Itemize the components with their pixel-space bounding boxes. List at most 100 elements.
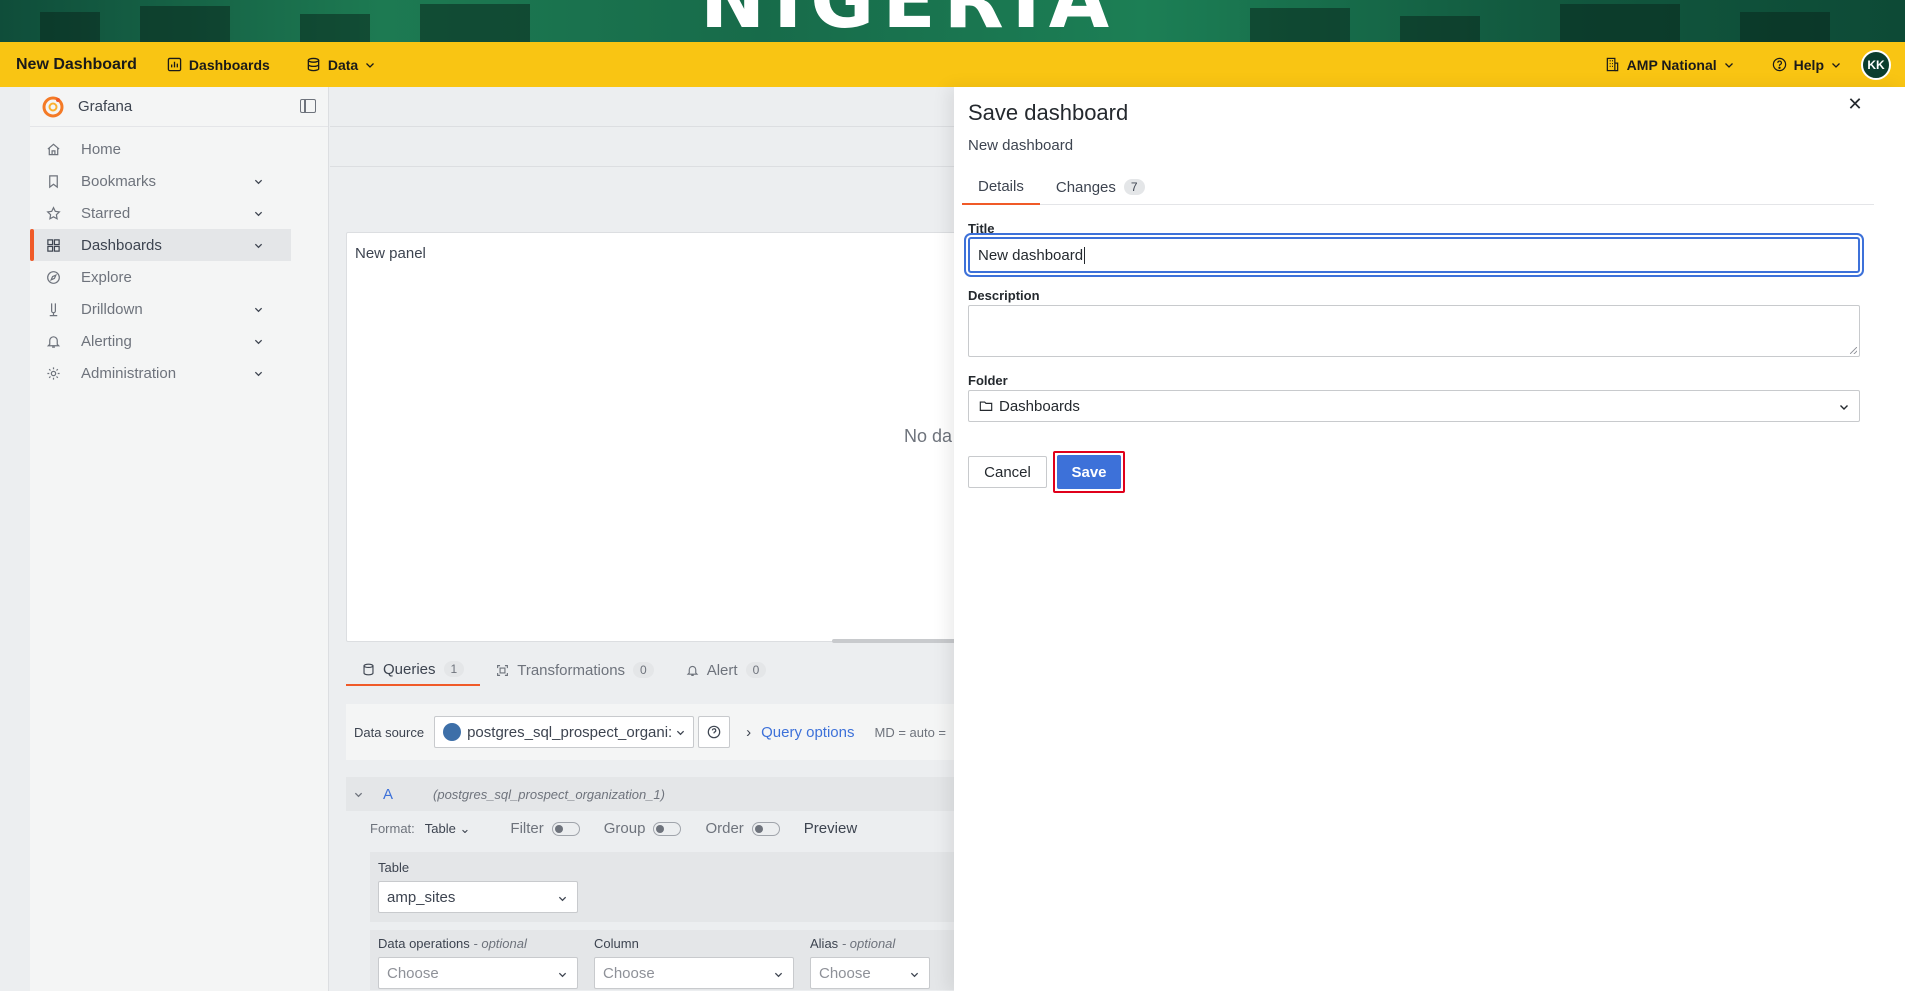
help-menu[interactable]: Help	[1772, 57, 1841, 73]
format-select[interactable]: Table ⌄	[425, 821, 471, 837]
dashboard-title[interactable]: New Dashboard	[16, 56, 137, 74]
banner-text: NIGERIA	[700, 0, 1117, 40]
query-builder-options: Format: Table ⌄ Filter Group Order Previ…	[370, 820, 857, 837]
folder-icon	[979, 401, 993, 411]
choose-placeholder: Choose	[387, 964, 439, 982]
filter-label: Filter	[510, 820, 544, 837]
folder-field-label: Folder	[968, 373, 1008, 388]
group-toggle[interactable]	[653, 821, 682, 836]
tab-queries[interactable]: Queries 1	[346, 654, 481, 686]
bell-icon	[46, 335, 61, 348]
chevron-down-icon	[1832, 62, 1840, 68]
chevron-down-icon	[910, 972, 919, 978]
sidebar-item-alerting[interactable]: Alerting	[30, 325, 291, 357]
chevron-down-icon	[774, 972, 783, 978]
sidebar-item-drilldown[interactable]: Drilldown	[30, 293, 291, 325]
chevron-down-icon[interactable]	[254, 305, 263, 314]
nav-dashboards[interactable]: Dashboards	[167, 57, 270, 73]
query-ref-id[interactable]: A	[383, 786, 393, 803]
query-datasource-name: (postgres_sql_prospect_organization_1)	[433, 786, 665, 802]
table-value: amp_sites	[387, 888, 456, 906]
folder-picker[interactable]: Dashboards	[968, 390, 1860, 422]
dock-menu-icon[interactable]	[300, 99, 316, 113]
grafana-logo-icon[interactable]	[42, 96, 64, 118]
sidebar-item-explore[interactable]: Explore	[30, 261, 291, 293]
nav-data-label: Data	[327, 56, 359, 73]
column-select[interactable]: Choose	[594, 957, 794, 989]
filter-toggle[interactable]	[551, 821, 580, 836]
sidebar-item-starred[interactable]: Starred	[30, 197, 291, 229]
cancel-button[interactable]: Cancel	[968, 456, 1047, 488]
tab-changes-label: Changes	[1055, 178, 1116, 196]
datasource-value: postgres_sql_prospect_organi:	[467, 723, 673, 741]
home-icon	[47, 143, 60, 155]
chevron-down-icon	[558, 972, 567, 978]
datasource-row: Data source postgres_sql_prospect_organi…	[346, 704, 996, 760]
sidebar-item-label: Home	[81, 140, 122, 158]
data-operations-select[interactable]: Choose	[378, 957, 578, 989]
sidebar-item-label: Alerting	[81, 332, 132, 350]
chevron-down-icon: ⌄	[459, 820, 471, 836]
chevron-down-icon[interactable]	[354, 790, 363, 799]
sidebar-item-bookmarks[interactable]: Bookmarks	[30, 165, 291, 197]
drawer-subtitle: New dashboard	[968, 137, 1074, 154]
datasource-picker[interactable]: postgres_sql_prospect_organi:	[434, 716, 695, 748]
cog-icon	[47, 366, 60, 380]
description-textarea[interactable]	[968, 305, 1860, 357]
title-field-label: Title	[968, 221, 995, 236]
sidebar: Grafana Home Bookmarks Starred Dashboard…	[30, 87, 329, 991]
avatar[interactable]: KK	[1861, 49, 1891, 80]
chevron-down-icon[interactable]	[254, 369, 263, 378]
panel-title[interactable]: New panel	[355, 245, 426, 262]
title-input-value: New dashboard	[978, 246, 1084, 264]
tab-details[interactable]: Details	[962, 169, 1040, 205]
sidebar-item-label: Explore	[81, 268, 132, 286]
data-operations-label: Data operations	[378, 936, 470, 951]
chevron-down-icon[interactable]	[254, 337, 263, 346]
compass-icon	[47, 270, 60, 284]
save-dashboard-drawer: ✕ Save dashboard New dashboard Details C…	[954, 87, 1905, 991]
sidebar-item-label: Bookmarks	[81, 172, 157, 190]
transform-icon	[497, 664, 509, 676]
datasource-label: Data source	[354, 724, 425, 740]
close-icon[interactable]: ✕	[1845, 95, 1865, 115]
chevron-down-icon[interactable]	[254, 241, 263, 250]
data-operations-column: Data operations - optional Choose	[378, 930, 578, 989]
tab-alert-label: Alert	[706, 661, 738, 679]
alias-column: Alias - optional Choose	[810, 930, 930, 989]
top-navbar: New Dashboard Dashboards Data AMP Nation…	[0, 42, 1905, 87]
chevron-down-icon[interactable]	[254, 209, 263, 218]
nav-data[interactable]: Data	[306, 57, 375, 73]
tab-changes[interactable]: Changes 7	[1040, 169, 1161, 205]
query-options-toggle[interactable]: › Query options	[746, 724, 854, 741]
alias-select[interactable]: Choose	[810, 957, 930, 989]
bell-icon	[686, 665, 699, 676]
query-row-header[interactable]: A (postgres_sql_prospect_organization_1)	[346, 777, 996, 811]
datasource-help-button[interactable]	[698, 716, 731, 748]
column-label: Column	[594, 936, 639, 951]
sidebar-item-home[interactable]: Home	[30, 133, 291, 165]
apps-icon	[47, 238, 60, 252]
chevron-down-icon	[676, 730, 685, 736]
chevron-down-icon	[366, 62, 375, 68]
tab-queries-count: 1	[443, 661, 465, 677]
query-options-label: Query options	[761, 723, 855, 741]
org-switcher[interactable]: AMP National	[1605, 57, 1734, 73]
chevron-down-icon[interactable]	[254, 177, 263, 186]
table-select[interactable]: amp_sites	[378, 881, 578, 913]
title-input[interactable]: New dashboard	[968, 237, 1860, 273]
tab-alert[interactable]: Alert 0	[670, 654, 783, 686]
save-button[interactable]: Save	[1057, 455, 1121, 489]
database-icon	[307, 57, 320, 72]
bar-chart-icon	[167, 57, 182, 72]
chevron-down-icon	[1724, 62, 1733, 68]
sidebar-item-dashboards[interactable]: Dashboards	[30, 229, 291, 261]
preview-label: Preview	[803, 820, 858, 837]
alias-label: Alias	[810, 936, 839, 951]
brand-banner: NIGERIA	[0, 0, 1905, 42]
sidebar-item-administration[interactable]: Administration	[30, 357, 291, 389]
order-toggle[interactable]	[751, 821, 780, 836]
column-column: Column Choose	[594, 930, 794, 989]
tab-transformations[interactable]: Transformations 0	[480, 654, 670, 686]
text-caret	[1084, 246, 1086, 264]
